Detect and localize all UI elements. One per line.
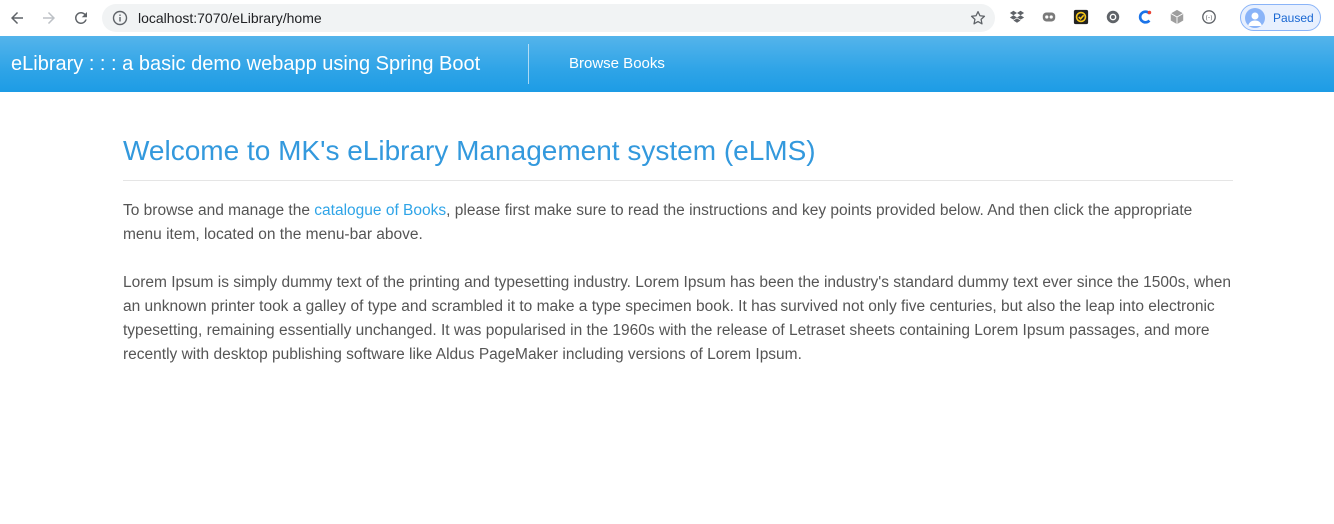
catalogue-link[interactable]: catalogue of Books xyxy=(314,202,446,219)
app-navbar: eLibrary : : : a basic demo webapp using… xyxy=(0,36,1334,92)
nav-link-browse-books[interactable]: Browse Books xyxy=(569,55,665,73)
intro-text-start: To browse and manage the xyxy=(123,202,315,219)
navbar-divider xyxy=(528,44,529,84)
star-icon[interactable] xyxy=(969,9,987,27)
back-arrow-icon[interactable] xyxy=(5,6,29,30)
extension-dots-icon[interactable]: (-) xyxy=(1200,8,1218,26)
intro-paragraph: To browse and manage the catalogue of Bo… xyxy=(123,199,1235,247)
profile-button[interactable]: Paused xyxy=(1240,4,1321,31)
extension-grammarly-icon[interactable] xyxy=(1104,8,1122,26)
title-divider xyxy=(123,180,1233,181)
forward-arrow-icon[interactable] xyxy=(37,6,61,30)
browser-toolbar: localhost:7070/eLibrary/home (-) Paused xyxy=(0,0,1334,36)
reload-icon[interactable] xyxy=(69,6,93,30)
address-bar[interactable]: localhost:7070/eLibrary/home xyxy=(102,4,995,32)
svg-text:(-): (-) xyxy=(1205,15,1212,22)
extension-cube-icon[interactable] xyxy=(1168,8,1186,26)
extension-check-icon[interactable] xyxy=(1072,8,1090,26)
lorem-paragraph: Lorem Ipsum is simply dummy text of the … xyxy=(123,274,1232,363)
extension-c-icon[interactable] xyxy=(1136,8,1154,26)
url-text[interactable]: localhost:7070/eLibrary/home xyxy=(138,10,322,26)
profile-status: Paused xyxy=(1273,11,1314,25)
avatar xyxy=(1245,8,1265,28)
extension-robot-icon[interactable] xyxy=(1040,8,1058,26)
brand-title[interactable]: eLibrary : : : a basic demo webapp using… xyxy=(11,52,480,76)
dropbox-icon[interactable] xyxy=(1008,8,1026,26)
info-icon[interactable] xyxy=(112,10,128,26)
page-title: Welcome to MK's eLibrary Management syst… xyxy=(123,135,816,166)
